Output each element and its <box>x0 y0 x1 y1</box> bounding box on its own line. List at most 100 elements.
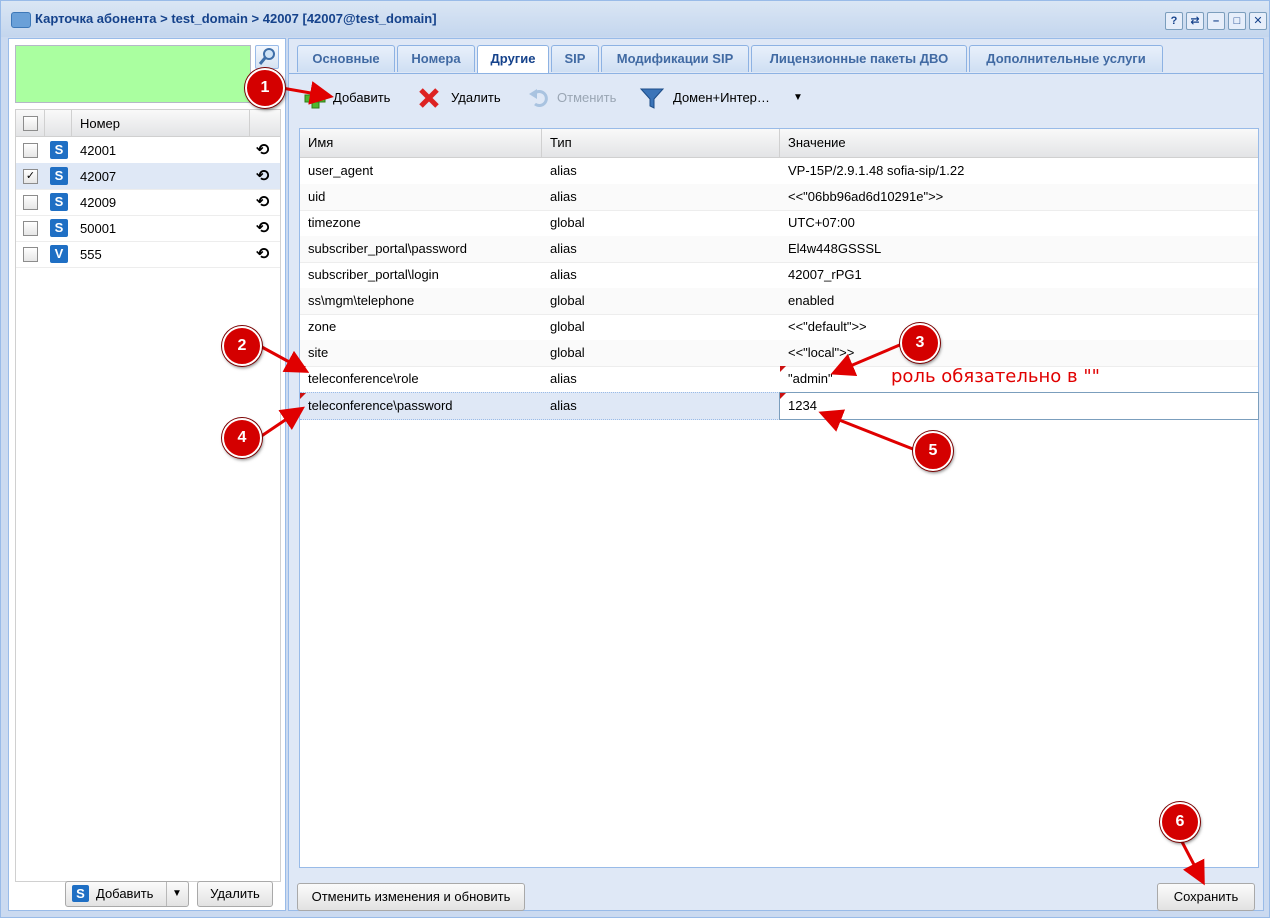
row-checkbox[interactable] <box>23 143 38 158</box>
annotation-marker-1: 1 <box>245 68 285 108</box>
add-number-button[interactable]: S Добавить ▼ <box>65 881 189 907</box>
number-row[interactable]: S 42009 ⟲ <box>16 189 280 216</box>
tab-sip[interactable]: SIP <box>551 45 599 72</box>
dropdown-arrow-icon[interactable]: ▼ <box>172 882 182 906</box>
row-checkbox[interactable]: ✓ <box>23 169 38 184</box>
property-value[interactable]: 42007_rPG1 <box>780 262 1258 288</box>
property-value[interactable]: VP-15P/2.9.1.48 sofia-sip/1.22 <box>780 158 1258 184</box>
history-icon[interactable]: ⟲ <box>256 192 269 212</box>
sip-type-icon: S <box>50 141 68 159</box>
property-name: timezone <box>308 215 361 230</box>
property-name: ss\mgm\telephone <box>308 293 415 308</box>
annotation-marker-5: 5 <box>913 431 953 471</box>
row-checkbox[interactable] <box>23 247 38 262</box>
toolbar: Добавить Удалить Отменить Домен+Интер… ▼ <box>289 74 1263 122</box>
property-row[interactable]: subscriber_portal\password alias El4w448… <box>300 236 1258 263</box>
dropdown-arrow-icon[interactable]: ▼ <box>793 82 803 114</box>
minimize-icon[interactable]: – <box>1207 12 1225 30</box>
search-field[interactable] <box>15 45 251 103</box>
property-name: site <box>308 345 329 360</box>
numbers-panel: Номер S 42001 ⟲ ✓ S 42007 ⟲ S 42009 ⟲ S … <box>8 38 286 911</box>
column-header-name[interactable]: Имя <box>300 129 542 157</box>
property-type: alias <box>550 398 577 413</box>
property-row[interactable]: uid alias <<"06bb96ad6d10291e">> <box>300 184 1258 211</box>
magnifier-icon <box>258 48 275 65</box>
history-icon[interactable]: ⟲ <box>256 166 269 186</box>
delete-number-button[interactable]: Удалить <box>197 881 273 907</box>
undo-button[interactable]: Отменить <box>527 82 621 114</box>
column-header-value[interactable]: Значение <box>780 129 1258 157</box>
property-value[interactable]: <<"default">> <box>780 314 1258 340</box>
add-number-label: Добавить <box>96 886 154 901</box>
property-value[interactable]: El4w448GSSSL <box>780 236 1258 262</box>
row-checkbox[interactable] <box>23 195 38 210</box>
property-value[interactable]: enabled <box>780 288 1258 314</box>
property-row[interactable]: timezone global UTC+07:00 <box>300 210 1258 237</box>
help-icon[interactable]: ? <box>1165 12 1183 30</box>
plus-icon <box>304 87 326 109</box>
sip-type-icon: S <box>50 167 68 185</box>
property-row[interactable]: zone global <<"default">> <box>300 314 1258 341</box>
property-row[interactable]: subscriber_portal\login alias 42007_rPG1 <box>300 262 1258 289</box>
search-button[interactable] <box>255 45 279 69</box>
number-value: 42007 <box>80 169 117 184</box>
property-name: user_agent <box>308 163 374 178</box>
property-name: teleconference\password <box>300 393 542 419</box>
history-icon[interactable]: ⟲ <box>256 218 269 238</box>
red-x-icon <box>419 88 439 108</box>
tab-main[interactable]: Основные <box>297 45 395 72</box>
tab-additional-services[interactable]: Дополнительные услуги <box>969 45 1163 72</box>
property-value-editor[interactable]: 1234 <box>779 392 1259 420</box>
video-type-icon: V <box>50 245 68 263</box>
property-row[interactable]: ss\mgm\telephone global enabled <box>300 288 1258 315</box>
property-row[interactable]: user_agent alias VP-15P/2.9.1.48 sofia-s… <box>300 158 1258 185</box>
row-checkbox[interactable] <box>23 221 38 236</box>
property-value[interactable]: <<"06bb96ad6d10291e">> <box>780 184 1258 210</box>
number-row[interactable]: ✓ S 42007 ⟲ <box>16 163 280 190</box>
property-row[interactable]: site global <<"local">> <box>300 340 1258 367</box>
number-row[interactable]: S 42001 ⟲ <box>16 137 280 164</box>
property-name: teleconference\role <box>300 366 542 392</box>
history-icon[interactable]: ⟲ <box>256 140 269 160</box>
annotation-marker-4: 4 <box>222 418 262 458</box>
property-row-selected[interactable]: teleconference\password alias 1234 <box>300 392 1259 420</box>
property-type: global <box>550 215 585 230</box>
property-type: alias <box>550 267 577 282</box>
annotation-marker-3: 3 <box>900 323 940 363</box>
refresh-icon[interactable]: ⇄ <box>1186 12 1204 30</box>
history-icon[interactable]: ⟲ <box>256 244 269 264</box>
tab-numbers[interactable]: Номера <box>397 45 475 72</box>
maximize-icon[interactable]: □ <box>1228 12 1246 30</box>
domain-filter-label: Домен+Интер… <box>673 90 770 105</box>
tab-license-packages[interactable]: Лицензионные пакеты ДВО <box>751 45 967 72</box>
property-row[interactable]: teleconference\role alias "admin" <box>300 366 1258 393</box>
number-value: 555 <box>80 247 102 262</box>
property-type: alias <box>550 371 577 386</box>
property-type: global <box>550 345 585 360</box>
number-row[interactable]: S 50001 ⟲ <box>16 215 280 242</box>
annotation-marker-6: 6 <box>1160 802 1200 842</box>
add-button[interactable]: Добавить <box>303 82 403 114</box>
column-header-number[interactable]: Номер <box>80 116 120 131</box>
close-icon[interactable]: ✕ <box>1249 12 1267 30</box>
select-all-checkbox[interactable] <box>23 116 38 131</box>
cancel-and-refresh-button[interactable]: Отменить изменения и обновить <box>297 883 525 911</box>
property-value[interactable]: UTC+07:00 <box>780 210 1258 236</box>
annotation-note: роль обязательно в "" <box>891 366 1100 387</box>
property-name: subscriber_portal\login <box>308 267 439 282</box>
property-name: zone <box>308 319 337 334</box>
number-row[interactable]: V 555 ⟲ <box>16 241 280 268</box>
save-button[interactable]: Сохранить <box>1157 883 1255 911</box>
tab-other[interactable]: Другие <box>477 45 549 74</box>
column-header-type[interactable]: Тип <box>542 129 780 157</box>
delete-button[interactable]: Удалить <box>417 82 509 114</box>
add-label: Добавить <box>333 90 391 105</box>
domain-filter-button[interactable]: Домен+Интер… ▼ <box>637 82 807 114</box>
number-value: 42009 <box>80 195 117 210</box>
numbers-grid-header: Номер <box>16 110 280 137</box>
number-value: 50001 <box>80 221 117 236</box>
property-value[interactable]: <<"local">> <box>780 340 1258 366</box>
properties-grid-header: Имя Тип Значение <box>300 129 1258 158</box>
title-bar[interactable]: Карточка абонента > test_domain > 42007 … <box>1 1 1269 37</box>
tab-sip-modifications[interactable]: Модификации SIP <box>601 45 749 72</box>
